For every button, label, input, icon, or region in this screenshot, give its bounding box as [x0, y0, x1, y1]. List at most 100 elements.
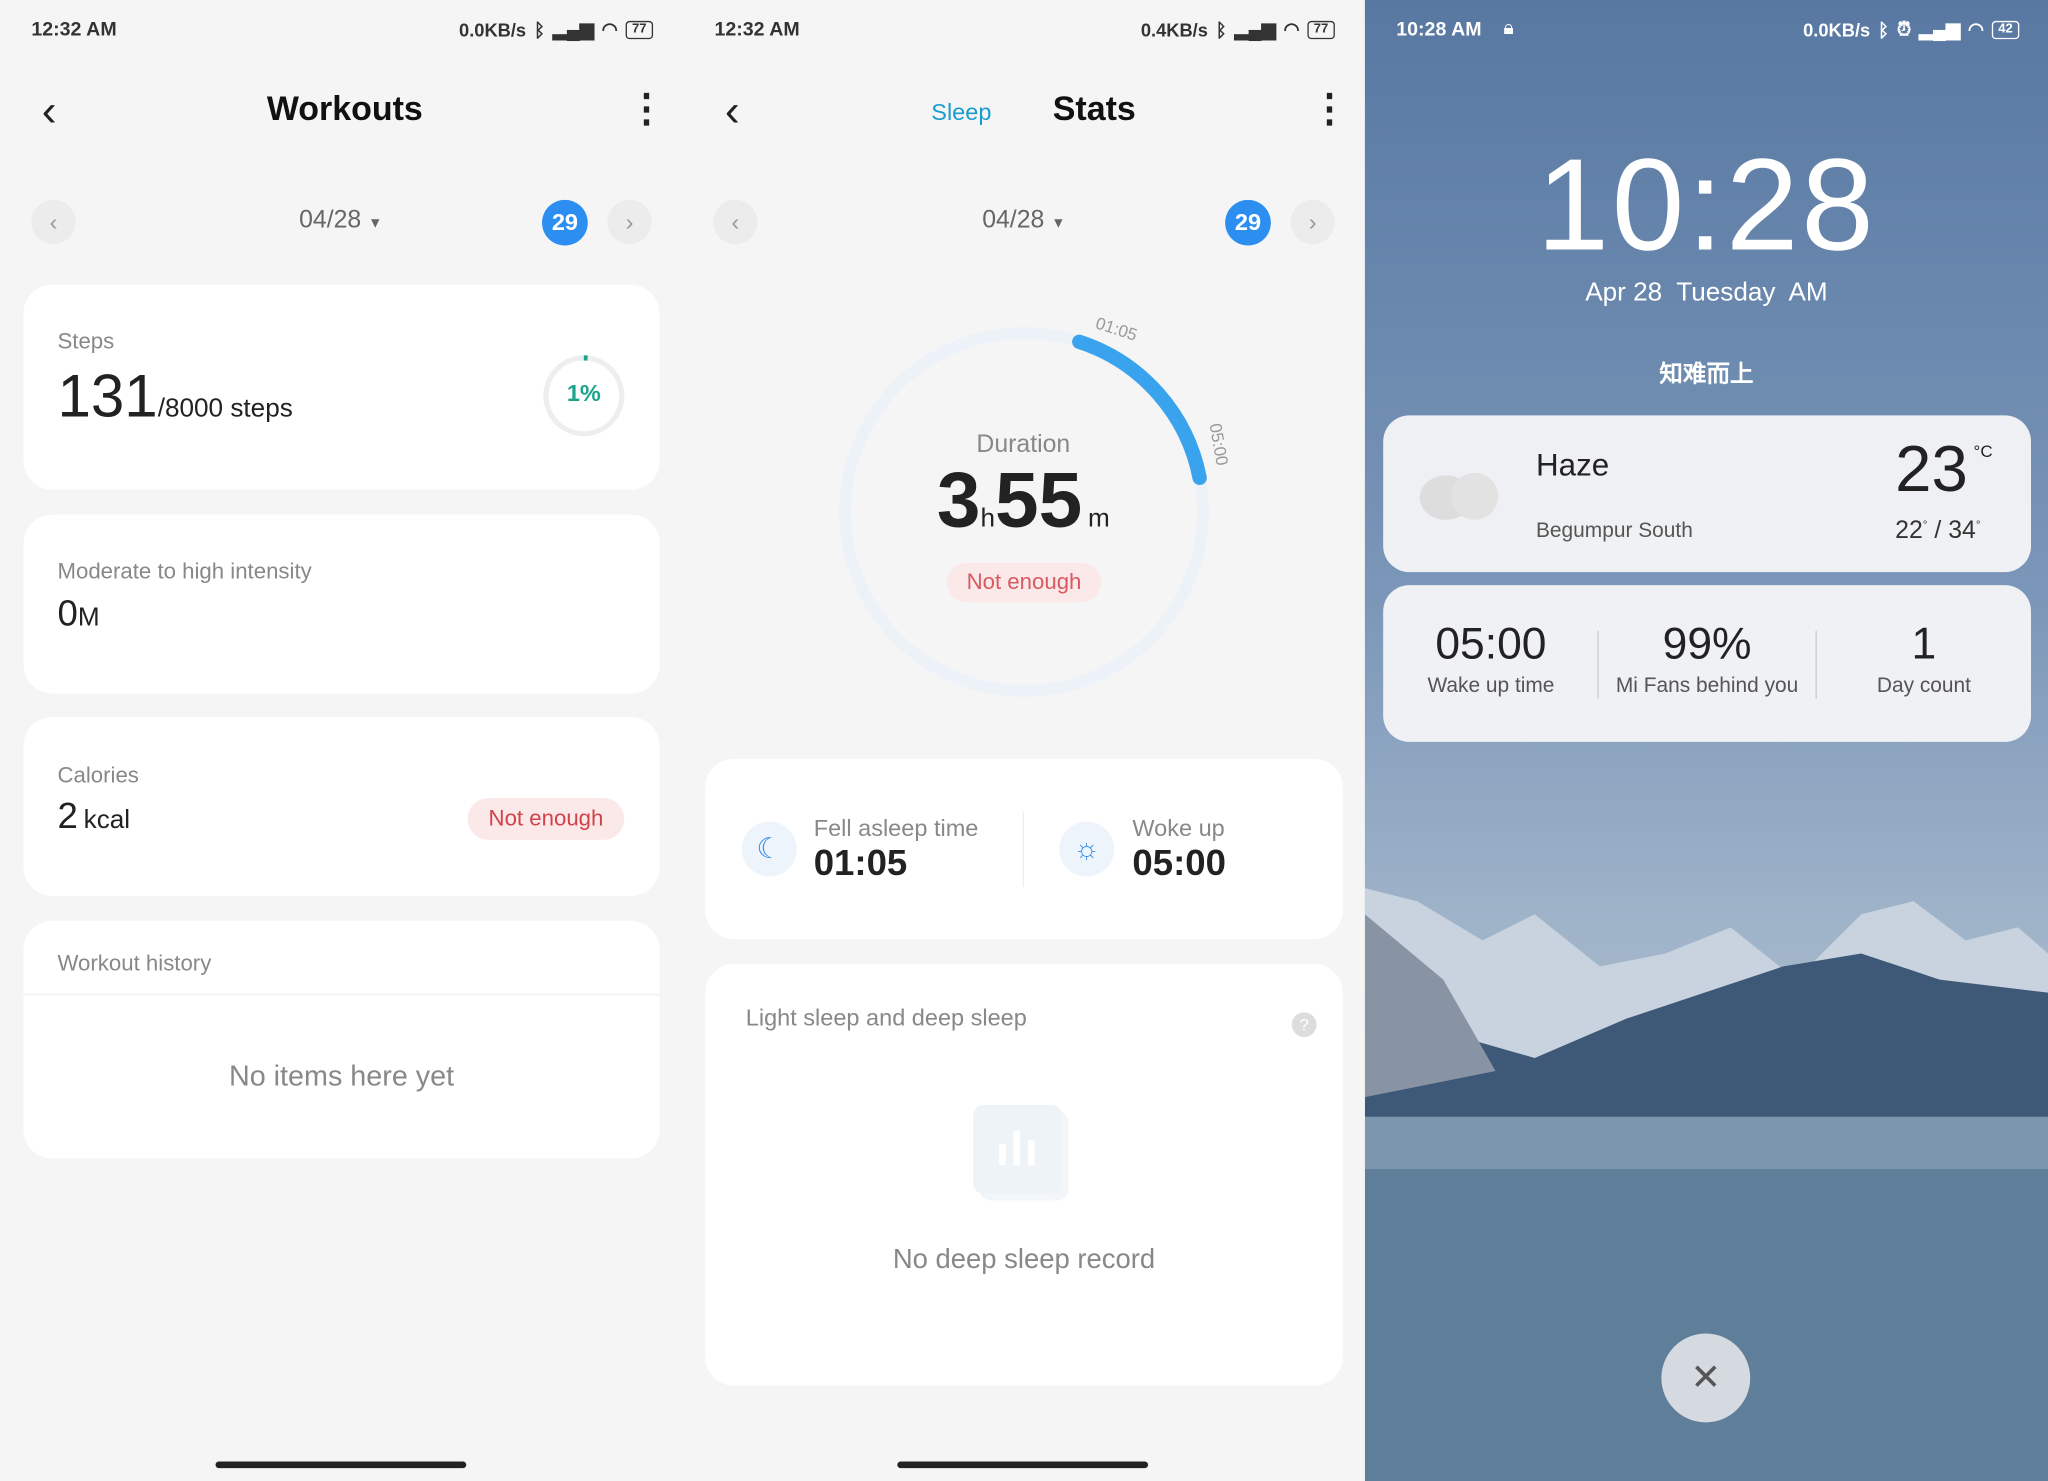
divider — [1022, 811, 1024, 887]
stat-label: Wake up time — [1427, 675, 1555, 698]
stat-wake-up: 05:00 Wake up time — [1383, 619, 1599, 699]
fell-asleep-label: Fell asleep time — [813, 815, 979, 842]
sun-icon: ☼ — [1059, 821, 1115, 877]
steps-value: 131/8000 steps — [57, 360, 292, 431]
prev-day-button[interactable]: ‹ — [31, 199, 76, 245]
wifi-icon: ◠ — [601, 18, 618, 40]
battery-icon: 42 — [1991, 20, 2020, 39]
date-label: 04/28 — [982, 206, 1045, 234]
stat-value: 99% — [1662, 619, 1752, 669]
date-picker[interactable]: 04/28 ▼ — [982, 206, 1065, 235]
history-empty-text: No items here yet — [228, 1059, 455, 1092]
lock-clock: 10:28 — [1536, 131, 1877, 279]
next-day-button[interactable]: › — [607, 199, 652, 245]
sleep-screen: 12:32 AM 0.4KB/s ᛒ ▂▄▆ ◠ 77 ‹ Sleep Stats ⋮ … — [683, 0, 1364, 1481]
battery-icon: 77 — [625, 20, 654, 39]
woke-up-value: 05:00 — [1132, 842, 1226, 883]
net-speed: 0.0KB/s — [1803, 18, 1871, 40]
steps-goal: /8000 steps — [157, 394, 293, 424]
weather-location: Begumpur South — [1535, 519, 1693, 543]
weather-card[interactable]: Haze Begumpur South 23 °C 22° / 34° — [1383, 415, 2032, 573]
more-menu-button[interactable]: ⋮ — [627, 86, 666, 132]
stat-value: 05:00 — [1435, 619, 1547, 669]
calories-card[interactable]: Calories 2 kcal Not enough — [23, 717, 660, 896]
steps-count: 131 — [57, 361, 158, 430]
duration-value: 3h55 m — [683, 455, 1363, 545]
intensity-card[interactable]: Moderate to high intensity 0M — [23, 514, 660, 694]
intensity-value: 0 — [57, 592, 78, 634]
next-day-button[interactable]: › — [1290, 199, 1335, 245]
more-menu-button[interactable]: ⋮ — [1310, 86, 1349, 132]
home-indicator[interactable] — [215, 1461, 467, 1469]
status-time: 12:32 AM — [31, 18, 117, 41]
low-temp: 22 — [1895, 517, 1923, 545]
current-temp: 23 — [1895, 432, 1968, 506]
duration-hours: 3 — [936, 455, 981, 544]
battery-icon: 77 — [1307, 20, 1335, 39]
lock-screen: 10:28 AM 🔒︎ 0.0KB/s ᛒ ⏰︎ ▂▄▆ ◠ 42 10:28 Apr 2… — [1364, 0, 2048, 1481]
status-time: 10:28 AM — [1396, 18, 1482, 41]
close-icon[interactable]: ✕ — [1661, 1333, 1751, 1423]
divider — [23, 993, 660, 996]
net-speed: 0.0KB/s — [459, 18, 527, 40]
duration-status-badge: Not enough — [946, 562, 1102, 603]
deg: ° — [1975, 518, 1981, 532]
tab-sleep[interactable]: Sleep — [931, 99, 991, 126]
steps-card[interactable]: Steps 131/8000 steps 1% — [23, 284, 660, 490]
caret-down-icon: ▼ — [1051, 215, 1066, 232]
status-icons: 0.0KB/s ᛒ ▂▄▆ ◠ 77 — [459, 18, 654, 40]
temp-range: 22° / 34° — [1895, 517, 1981, 545]
prev-day-button[interactable]: ‹ — [713, 199, 758, 245]
alarm-icon: ⏰︎ — [1896, 18, 1912, 40]
steps-label: Steps — [57, 329, 115, 354]
minutes-unit: m — [1088, 504, 1110, 533]
date-label: 04/28 — [299, 206, 362, 234]
weather-condition: Haze — [1535, 447, 1610, 484]
stat-mi-fans: 99% Mi Fans behind you — [1599, 619, 1816, 699]
sleep-times-card[interactable]: ☾ Fell asleep time 01:05 ☼ Woke up 05:00 — [705, 758, 1343, 940]
wifi-icon: ◠ — [1967, 18, 1984, 40]
duration-minutes: 55 — [995, 455, 1083, 544]
help-icon[interactable]: ? — [1291, 1012, 1317, 1038]
day-badge[interactable]: 29 — [542, 199, 588, 246]
calories-label: Calories — [57, 762, 139, 788]
signal-icon: ▂▄▆ — [1234, 18, 1276, 40]
lock-date: Apr 28 Tuesday AM — [1585, 278, 1828, 307]
deg: ° — [1922, 518, 1928, 532]
calories-status-badge: Not enough — [467, 798, 625, 840]
workout-history-card[interactable]: Workout history No items here yet — [23, 920, 660, 1159]
high-temp: 34 — [1948, 517, 1976, 545]
hours-unit: h — [980, 504, 996, 533]
signal-icon: ▂▄▆ — [1918, 18, 1961, 40]
intensity-unit: M — [77, 603, 100, 633]
signal-icon: ▂▄▆ — [552, 18, 594, 40]
bluetooth-icon: ᛒ — [1215, 18, 1227, 40]
fell-asleep-value: 01:05 — [813, 842, 908, 883]
stat-day-count: 1 Day count — [1817, 619, 2031, 699]
bluetooth-icon: ᛒ — [533, 18, 545, 40]
intensity-label: Moderate to high intensity — [57, 559, 312, 584]
lock-icon: 🔒︎ — [1503, 16, 1514, 40]
calories-unit: kcal — [83, 805, 131, 835]
history-label: Workout history — [57, 950, 212, 976]
stat-value: 1 — [1911, 619, 1937, 669]
home-indicator[interactable] — [897, 1461, 1149, 1469]
lock-stats-card[interactable]: 05:00 Wake up time 99% Mi Fans behind you … — [1383, 585, 2032, 742]
net-speed: 0.4KB/s — [1140, 18, 1208, 40]
workouts-screen: 12:32 AM 0.0KB/s ᛒ ▂▄▆ ◠ 77 ‹ Workouts ⋮ ‹ 0… — [0, 0, 682, 1481]
page-title[interactable]: Stats — [1053, 89, 1136, 129]
woke-up-label: Woke up — [1132, 815, 1225, 842]
day-badge[interactable]: 29 — [1225, 199, 1271, 246]
deep-sleep-card[interactable]: Light sleep and deep sleep ? No deep sle… — [705, 963, 1343, 1386]
date-picker[interactable]: 04/28 ▼ — [299, 206, 382, 235]
back-button[interactable]: ‹ — [725, 86, 740, 137]
status-icons: 0.4KB/s ᛒ ▂▄▆ ◠ 77 — [1141, 18, 1335, 40]
page-title: Workouts — [266, 88, 423, 128]
status-time: 12:32 AM — [714, 18, 800, 41]
deep-sleep-label: Light sleep and deep sleep — [745, 1004, 1027, 1031]
calories-value: 2 — [57, 795, 78, 836]
lock-motto: 知难而上 — [1659, 360, 1754, 387]
deep-sleep-empty-text: No deep sleep record — [892, 1244, 1156, 1275]
status-icons: 0.0KB/s ᛒ ⏰︎ ▂▄▆ ◠ 42 — [1803, 18, 2020, 40]
wifi-icon: ◠ — [1283, 18, 1300, 40]
